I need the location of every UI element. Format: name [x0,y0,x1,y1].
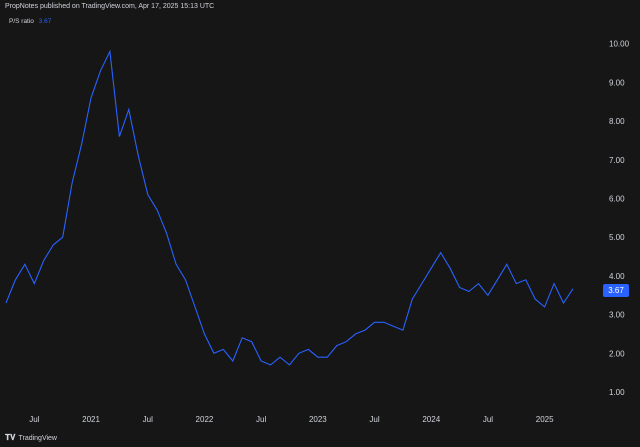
x-tick-label: Jul [483,415,493,424]
footer-brand: 𝐓𝐕 TradingView [5,433,57,443]
x-tick-label: 2023 [309,415,327,424]
y-tick-label: 8.00 [609,117,625,126]
y-tick-label: 7.00 [609,156,625,165]
x-tick-label: Jul [29,415,39,424]
x-tick-label: 2022 [196,415,214,424]
price-chart[interactable]: Jul 2021 Jul 2022 Jul 2023 Jul 2024 Jul 2025 1.00… [0,0,640,447]
y-axis: 1.00 2.00 3.00 4.00 5.00 6.00 7.00 8.00 9.00 10.0… [609,40,630,397]
y-tick-label: 2.00 [609,349,625,358]
x-tick-label: Jul [256,415,266,424]
y-tick-label: 3.00 [609,311,625,320]
y-tick-label: 6.00 [609,195,625,204]
y-tick-label: 4.00 [609,272,625,281]
tradingview-logo-icon: 𝐓𝐕 [5,433,16,442]
x-axis: Jul 2021 Jul 2022 Jul 2023 Jul 2024 Jul 2025 [29,415,554,424]
footer-brand-label: TradingView [18,434,57,442]
y-tick-label: 5.00 [609,233,625,242]
ps-ratio-line [5,49,574,366]
x-tick-label: Jul [143,415,153,424]
y-tick-label: 10.00 [609,40,630,49]
y-tick-label: 9.00 [609,78,625,87]
x-tick-label: 2021 [82,415,100,424]
x-tick-label: 2024 [422,415,440,424]
x-tick-label: 2025 [536,415,554,424]
last-value-badge: 3.67 [603,284,629,297]
y-tick-label: 1.00 [609,388,625,397]
x-tick-label: Jul [369,415,379,424]
